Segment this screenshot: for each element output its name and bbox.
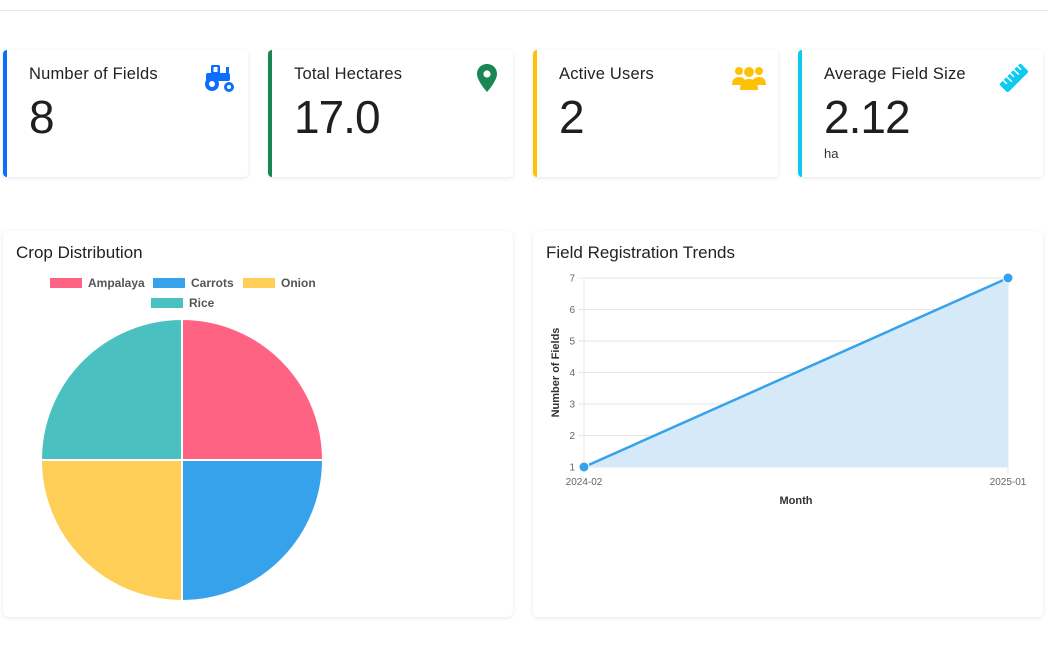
x-axis-title: Month <box>780 495 813 507</box>
stat-value: 2 <box>559 91 585 143</box>
stat-card-hectares: Total Hectares 17.0 <box>268 50 513 177</box>
stat-label: Total Hectares <box>294 65 403 83</box>
y-tick-label: 7 <box>569 274 575 285</box>
y-tick-label: 5 <box>569 337 575 348</box>
users-icon <box>732 63 766 93</box>
stat-unit: ha <box>824 146 839 161</box>
crop-distribution-panel: Crop Distribution Ampalaya Carrots Onion… <box>3 231 513 617</box>
y-axis-title: Number of Fields <box>550 328 562 418</box>
x-tick-label: 2024-02 <box>566 477 603 488</box>
y-tick-label: 3 <box>569 400 575 411</box>
y-tick-label: 1 <box>569 463 575 474</box>
stat-label: Number of Fields <box>29 65 158 83</box>
x-tick-label: 2025-01 <box>990 477 1027 488</box>
stat-value: 8 <box>29 91 55 143</box>
stat-label: Active Users <box>559 65 655 83</box>
top-divider <box>0 10 1048 11</box>
stat-value: 17.0 <box>294 91 381 143</box>
y-tick-label: 4 <box>569 368 575 379</box>
pie-slice-rice[interactable] <box>39 317 183 461</box>
pie-chart <box>39 317 325 603</box>
data-point[interactable] <box>578 461 590 473</box>
data-point[interactable] <box>1002 272 1014 284</box>
pie-slice-carrots[interactable] <box>181 459 325 603</box>
y-tick-label: 6 <box>569 305 575 316</box>
y-tick-label: 2 <box>569 431 575 442</box>
tractor-icon <box>202 63 236 93</box>
line-chart: 1 2 3 4 5 6 7 2024-02 2025-01 Month Number of Fiel… <box>550 272 1027 507</box>
registration-trends-panel: Field Registration Trends 1 2 3 4 5 6 7 2024-02… <box>533 231 1043 617</box>
stat-label: Average Field Size <box>824 65 966 83</box>
stat-card-avg-size: Average Field Size 2.12 ha <box>798 50 1043 177</box>
pie-slice-onion[interactable] <box>39 459 183 603</box>
ruler-icon <box>997 63 1031 93</box>
stat-value: 2.12 <box>824 91 911 143</box>
map-marker-icon <box>467 63 501 93</box>
stat-card-users: Active Users 2 <box>533 50 778 177</box>
pie-slice-ampalaya[interactable] <box>181 317 325 461</box>
stat-card-fields: Number of Fields 8 <box>3 50 248 177</box>
